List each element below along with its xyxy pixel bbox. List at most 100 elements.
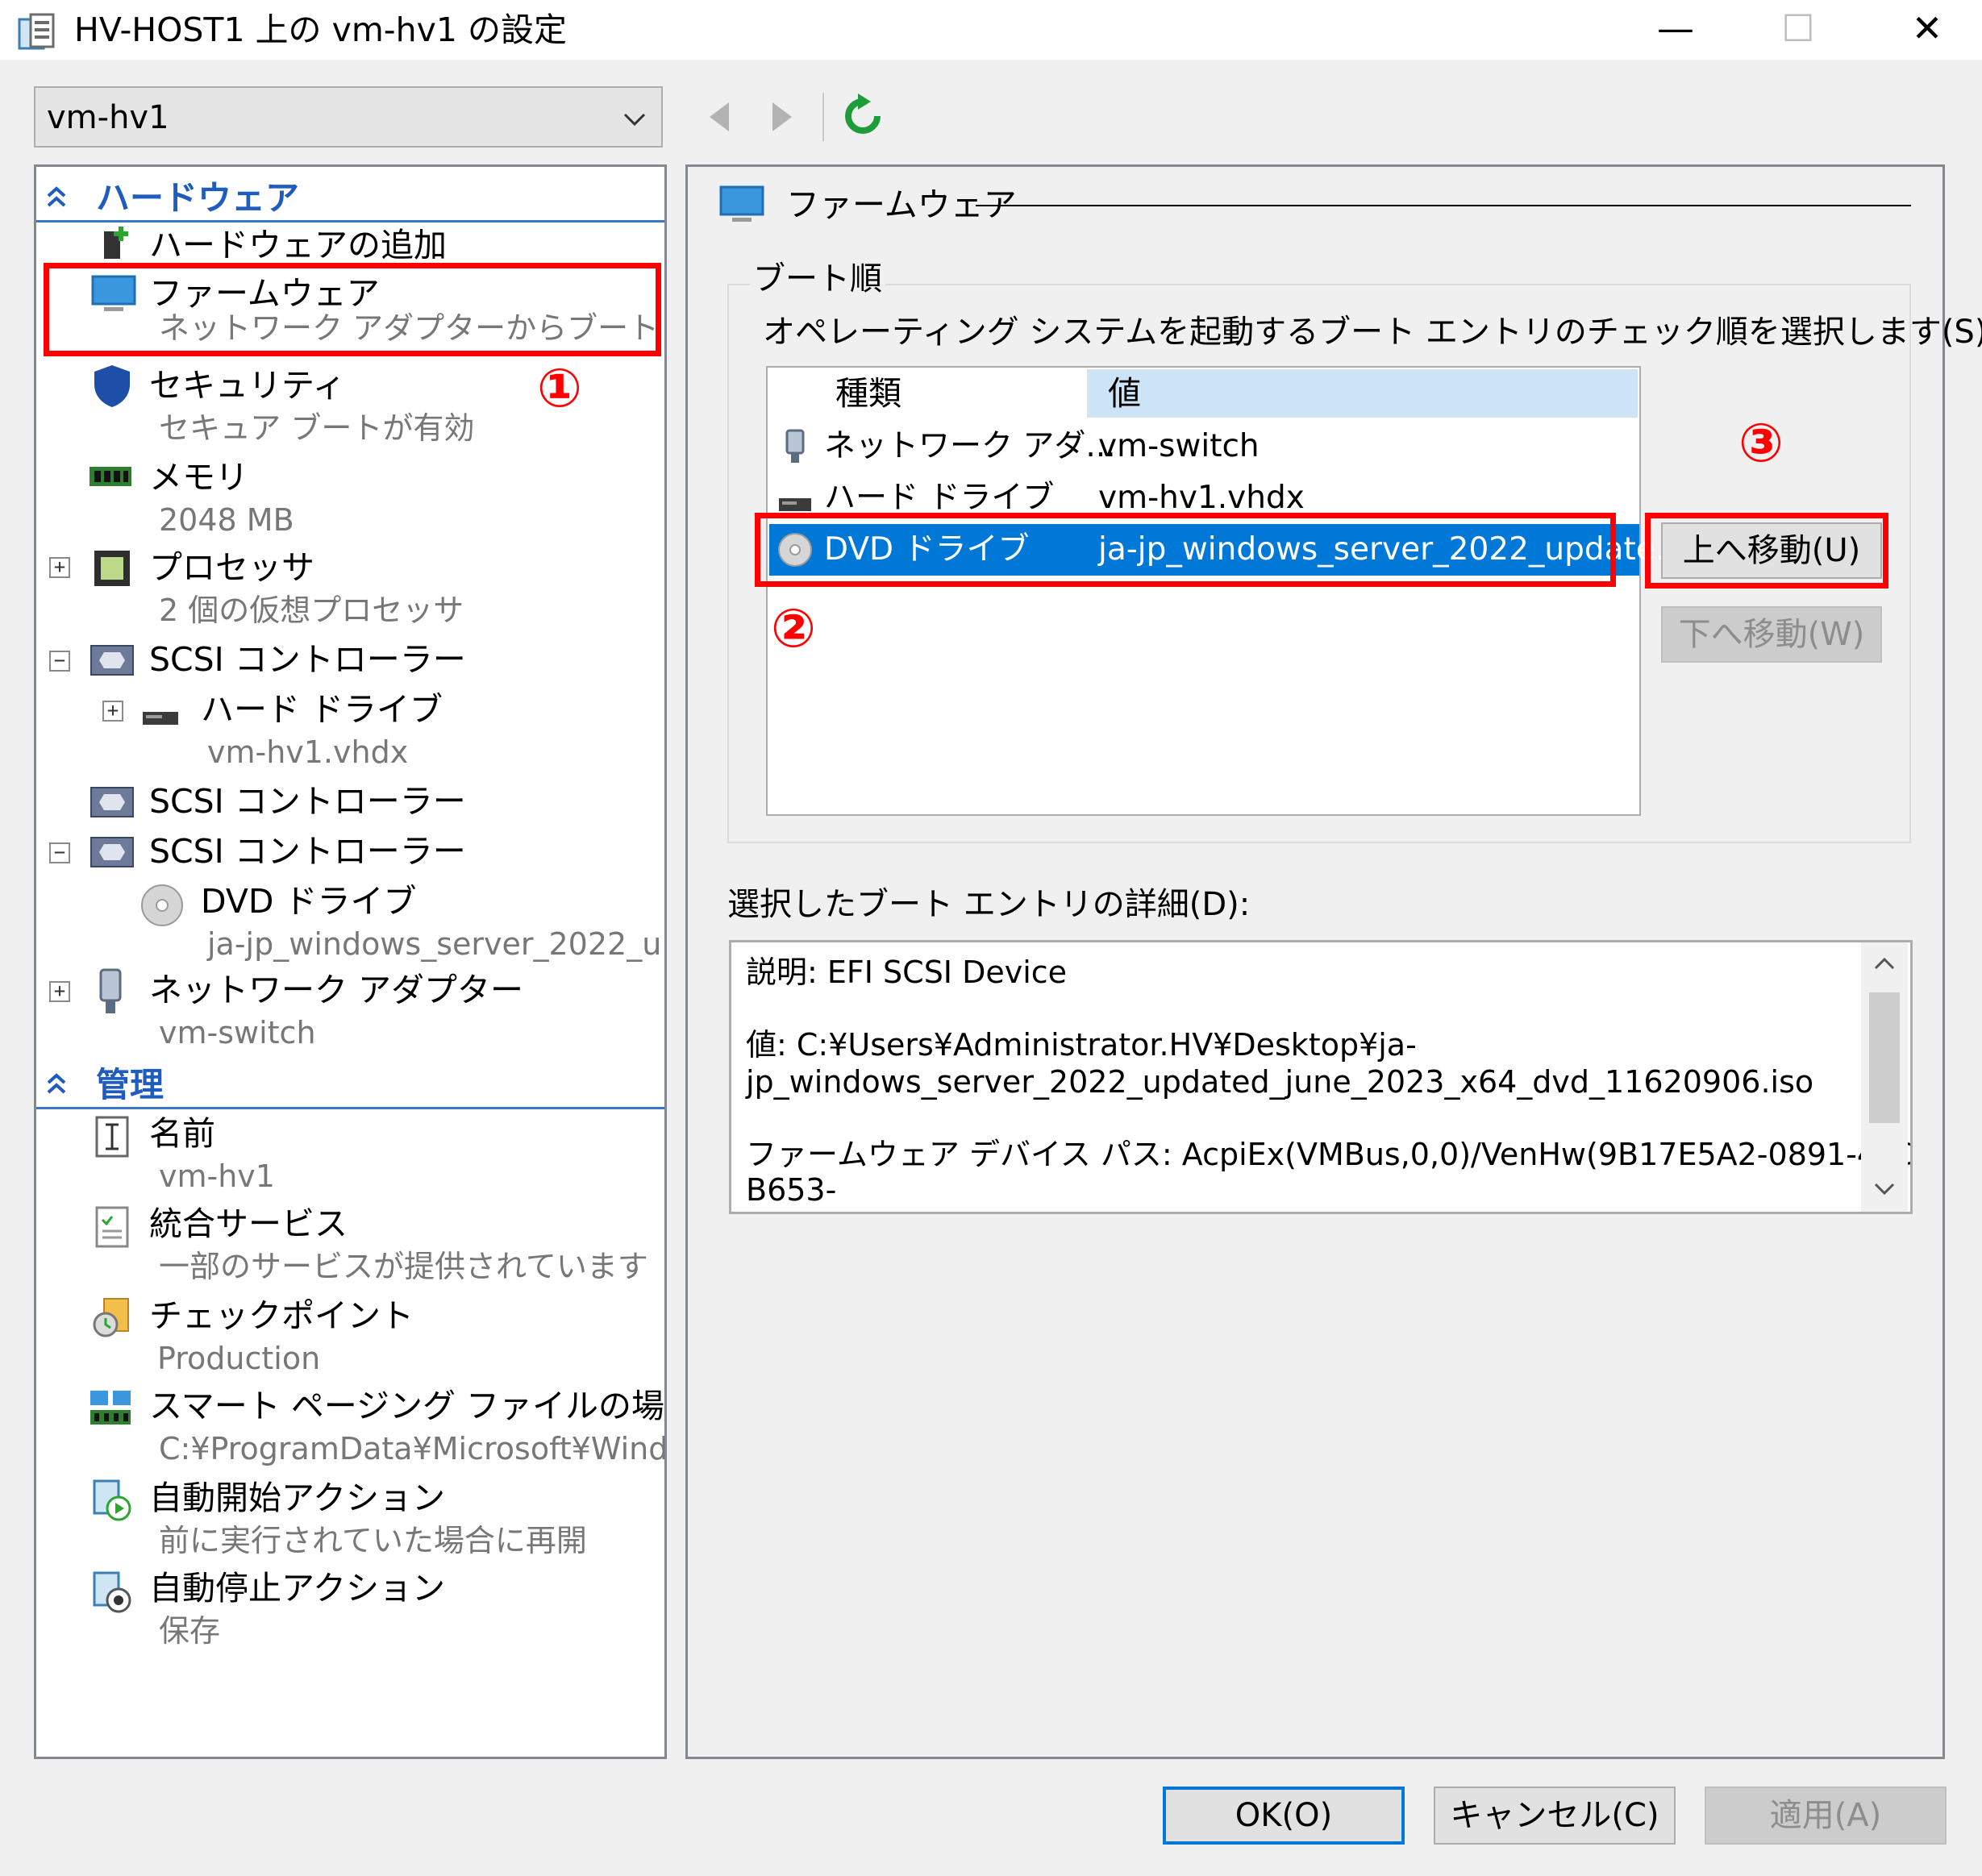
title-bar: HV-HOST1 上の vm-hv1 の設定 — ☐ ✕ [0, 0, 1982, 60]
collapse-toggle[interactable]: − [49, 651, 70, 672]
tree-item-sublabel: 保存 [159, 1613, 221, 1649]
scroll-up-icon[interactable] [1871, 950, 1898, 978]
apply-button[interactable]: 適用(A) [1705, 1787, 1947, 1845]
tree-item-checkpoint[interactable]: チェックポイント Production [149, 1294, 414, 1379]
tree-item-label: 統合サービス [149, 1204, 348, 1243]
annotation-box-firmware [44, 263, 661, 356]
tree-item-scsi-controller-1[interactable]: SCSI コントローラー [149, 638, 466, 681]
column-header-label: 種類 [835, 374, 901, 413]
tree-item-add-hardware[interactable]: ハードウェアの追加 [149, 223, 447, 267]
close-button[interactable]: ✕ [1879, 0, 1976, 60]
tree-item-sublabel: 2048 MB [159, 502, 294, 538]
boot-order-list[interactable]: 種類 値 ネットワーク アダ... vm-switch ハード ドライブ vm-… [766, 366, 1685, 816]
tree-item-label: SCSI コントローラー [149, 782, 466, 821]
tree-item-sublabel: C:¥ProgramData¥Microsoft¥Windo... [159, 1431, 667, 1466]
boot-entry-detail-textbox[interactable]: 説明: EFI SCSI Device 値: C:¥Users¥Administ… [729, 940, 1913, 1214]
boot-entry-value: vm-switch [1098, 428, 1260, 464]
collapse-icon [47, 186, 66, 207]
add-hardware-icon [104, 227, 128, 259]
collapse-toggle[interactable]: − [49, 842, 70, 863]
tree-item-label: 自動開始アクション [149, 1479, 445, 1517]
annotation-marker-3: ③ [1738, 412, 1784, 474]
tree-item-label: チェックポイント [149, 1296, 414, 1335]
expand-toggle[interactable]: + [49, 981, 70, 1002]
tree-item-name[interactable]: 名前 vm-hv1 [149, 1112, 275, 1197]
tree-item-network-adapter[interactable]: ネットワーク アダプター vm-switch [149, 968, 523, 1054]
integration-services-icon [95, 1206, 129, 1248]
boot-entry-row[interactable]: ネットワーク アダ... vm-switch [769, 421, 1639, 472]
back-arrow-icon[interactable] [703, 94, 735, 139]
tree-item-label: ハード ドライブ [201, 690, 443, 729]
hardware-section-label: ハードウェア [96, 178, 300, 218]
tree-item-sublabel: 前に実行されていた場合に再開 [159, 1523, 587, 1558]
tree-item-sublabel: Production [157, 1341, 321, 1376]
tree-item-label: 自動停止アクション [149, 1569, 445, 1608]
tree-item-label: メモリ [149, 458, 248, 497]
detail-line: ファームウェア デバイス パス: AcpiEx(VMBus,0,0)/VenHw… [746, 1137, 1913, 1172]
tree-item-smart-paging[interactable]: スマート ページング ファイルの場所 C:¥ProgramData¥Micros… [149, 1384, 667, 1470]
cancel-button[interactable]: キャンセル(C) [1434, 1787, 1676, 1845]
column-header-type[interactable]: 種類 [769, 369, 1089, 418]
tree-item-memory[interactable]: メモリ 2048 MB [149, 455, 294, 541]
maximize-button[interactable]: ☐ [1750, 0, 1847, 60]
annotation-box-dvd-entry [755, 513, 1616, 587]
refresh-icon[interactable] [840, 90, 885, 142]
tree-item-scsi-controller-2[interactable]: SCSI コントローラー [149, 780, 466, 823]
tree-item-label: セキュリティ [149, 366, 346, 405]
tree-item-scsi-controller-3[interactable]: SCSI コントローラー [149, 830, 466, 873]
tree-item-sublabel: vm-hv1.vhdx [207, 734, 409, 770]
tree-item-label: ネットワーク アダプター [149, 971, 524, 1009]
tree-item-auto-start[interactable]: 自動開始アクション 前に実行されていた場合に再開 [149, 1476, 587, 1562]
boot-order-description: オペレーティング システムを起動するブート エントリのチェック順を選択します(S… [763, 314, 1982, 351]
tree-item-label: プロセッサ [149, 548, 314, 587]
tree-item-integration-services[interactable]: 統合サービス 一部のサービスが提供されています [149, 1202, 648, 1287]
tree-item-processor[interactable]: プロセッサ 2 個の仮想プロセッサ [149, 546, 464, 631]
monitor-icon [719, 185, 764, 222]
dvd-disc-icon [141, 884, 183, 926]
tree-item-hard-drive[interactable]: ハード ドライブ vm-hv1.vhdx [201, 688, 443, 773]
vertical-scrollbar[interactable] [1861, 942, 1908, 1212]
boot-entry-type: ネットワーク アダ... [824, 428, 1116, 464]
auto-stop-icon [93, 1571, 131, 1613]
tree-item-dvd-drive[interactable]: DVD ドライブ ja-jp_windows_server_2022_u... [201, 880, 664, 965]
tree-item-label: スマート ページング ファイルの場所 [149, 1387, 667, 1425]
boot-order-label: ブート順 [750, 256, 885, 302]
section-divider [976, 205, 1911, 206]
tree-item-auto-stop[interactable]: 自動停止アクション 保存 [149, 1566, 445, 1652]
tree-item-label: DVD ドライブ [201, 882, 417, 921]
detail-line: B653- [746, 1172, 837, 1208]
vm-selector-dropdown[interactable]: vm-hv1 [34, 86, 663, 148]
column-header-value[interactable]: 値 [1089, 369, 1638, 418]
auto-start-icon [93, 1479, 131, 1521]
tree-item-sublabel: 一部のサービスが提供されています [159, 1249, 648, 1284]
scroll-down-icon[interactable] [1871, 1175, 1898, 1202]
annotation-marker-2: ② [771, 597, 816, 659]
toolbar-separator [822, 93, 824, 141]
tree-item-label: ハードウェアの追加 [149, 226, 447, 264]
expand-toggle[interactable]: + [49, 557, 70, 578]
minimize-button[interactable]: — [1627, 0, 1724, 60]
ok-button[interactable]: OK(O) [1163, 1787, 1405, 1845]
detail-line: 値: C:¥Users¥Administrator.HV¥Desktop¥ja- [746, 1027, 1417, 1063]
tree-item-security[interactable]: セキュリティ セキュア ブートが有効 [149, 364, 474, 449]
move-down-button[interactable]: 下へ移動(W) [1661, 606, 1882, 663]
boot-entry-detail-label: 選択したブート エントリの詳細(D): [727, 886, 1251, 923]
hard-drive-icon [143, 712, 178, 725]
forward-arrow-icon[interactable] [766, 94, 798, 139]
expand-toggle[interactable]: + [102, 701, 123, 722]
scsi-controller-icon [90, 787, 134, 817]
memory-icon [90, 467, 131, 486]
processor-icon [94, 551, 130, 586]
annotation-marker-1: ① [537, 357, 582, 419]
detail-line: 説明: EFI SCSI Device [746, 955, 1068, 990]
tree-item-sublabel: vm-hv1 [159, 1158, 275, 1194]
annotation-box-move-up [1645, 513, 1888, 589]
hardware-section-header[interactable]: ハードウェア [36, 175, 664, 223]
hard-drive-icon [779, 498, 811, 511]
name-icon [95, 1116, 129, 1158]
shield-icon [94, 365, 130, 407]
scrollbar-thumb[interactable] [1869, 992, 1900, 1123]
management-section-header[interactable]: 管理 [36, 1062, 664, 1109]
scsi-controller-icon [90, 837, 134, 867]
network-adapter-icon [99, 968, 122, 1013]
